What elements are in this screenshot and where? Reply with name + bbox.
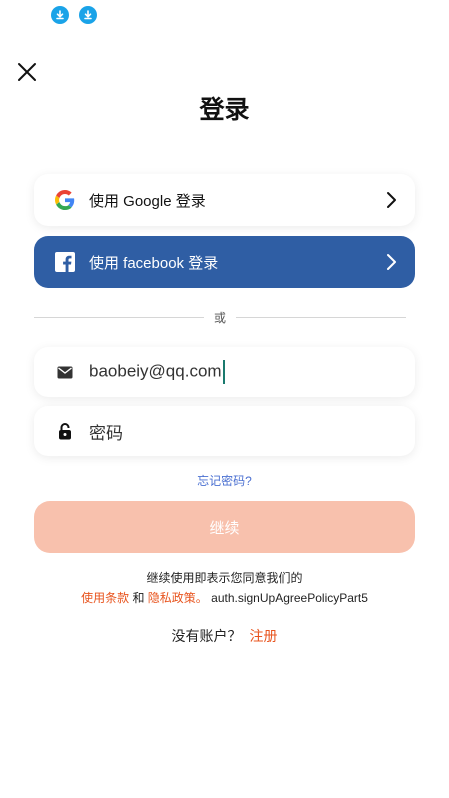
policy-part5: auth.signUpAgreePolicyPart5 [211,591,368,605]
or-divider: 或 [34,309,407,325]
email-field[interactable]: baobeiy@qq.com [34,347,415,397]
signup-prompt: 没有账户？ [171,628,242,644]
divider-line [34,316,204,318]
divider-line [236,316,407,318]
privacy-link[interactable]: 隐私政策。 [148,591,208,605]
signup-row: 没有账户？ 注册 [0,626,449,646]
password-field[interactable]: 密码 [34,406,415,456]
download-icon [79,6,97,24]
google-icon [55,190,75,210]
google-login-button[interactable]: 使用 Google 登录 [34,174,415,226]
text-caret [222,360,225,384]
policy-and: 和 [132,591,145,605]
lock-icon [56,422,74,440]
or-label: 或 [214,310,227,325]
continue-button[interactable]: 继续 [34,501,415,553]
password-input[interactable]: 密码 [89,419,123,444]
facebook-icon [55,252,75,272]
facebook-login-label: 使用 facebook 登录 [89,254,219,272]
page-title: 登录 [199,96,250,124]
policy-intro: 继续使用即表示您同意我们的 [146,571,303,585]
signup-link[interactable]: 注册 [250,628,278,644]
google-login-label: 使用 Google 登录 [89,192,206,210]
download-icon [51,6,69,24]
policy-links: 使用条款 和 隐私政策。 auth.signUpAgreePolicyPart5 [0,589,449,606]
email-input[interactable]: baobeiy@qq.com [89,360,225,384]
close-icon[interactable] [16,61,38,83]
facebook-login-button[interactable]: 使用 facebook 登录 [34,236,415,288]
terms-link[interactable]: 使用条款 [81,591,129,605]
email-value: baobeiy@qq.com [89,361,222,381]
status-bar-icons [51,6,97,24]
chevron-right-icon [385,191,397,209]
mail-icon [56,363,74,381]
forgot-password-link[interactable]: 忘记密码? [0,472,449,489]
chevron-right-icon [385,253,397,271]
